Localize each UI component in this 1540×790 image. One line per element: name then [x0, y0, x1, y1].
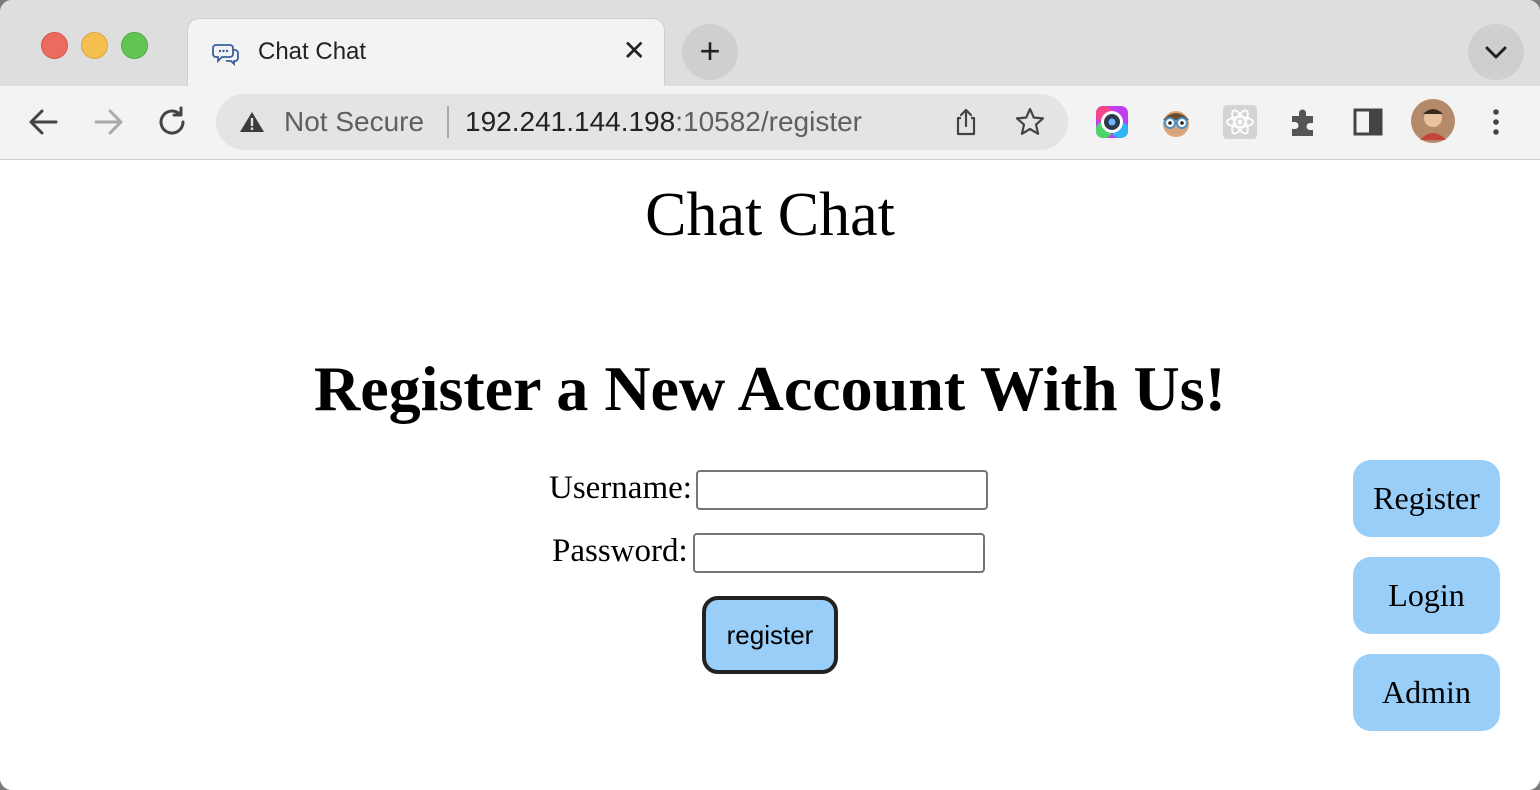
- url-host: 192.241.144.198: [465, 106, 676, 137]
- register-submit-button[interactable]: register: [702, 596, 838, 674]
- page-heading: Register a New Account With Us!: [314, 353, 1226, 424]
- puzzle-piece-icon[interactable]: [1286, 104, 1322, 140]
- address-bar[interactable]: Not Secure 192.241.144.198:10582/registe…: [216, 94, 1068, 150]
- glasses-face-extension-icon[interactable]: [1158, 104, 1194, 140]
- title-bar: Chat Chat ✕ +: [0, 0, 1540, 86]
- username-label: Username:: [549, 470, 692, 506]
- minimize-window-button[interactable]: [81, 32, 108, 59]
- nav-login-button[interactable]: Login: [1353, 557, 1500, 634]
- chat-bubbles-icon: [212, 44, 239, 67]
- forward-arrow-icon[interactable]: [86, 100, 130, 144]
- browser-tab[interactable]: Chat Chat ✕: [187, 18, 665, 86]
- omnibox-divider: [447, 106, 449, 138]
- close-window-button[interactable]: [41, 32, 68, 59]
- nav-admin-button[interactable]: Admin: [1353, 654, 1500, 731]
- warning-icon: [240, 112, 264, 132]
- username-input[interactable]: [696, 470, 988, 510]
- react-devtools-extension-icon[interactable]: [1222, 104, 1258, 140]
- security-status[interactable]: Not Secure: [284, 106, 424, 138]
- password-label: Password:: [552, 533, 688, 569]
- share-icon[interactable]: [950, 106, 982, 138]
- profile-avatar[interactable]: [1410, 98, 1456, 144]
- browser-window: Chat Chat ✕ + Not Secure 192.241.144.198…: [0, 0, 1540, 790]
- url-text[interactable]: 192.241.144.198:10582/register: [465, 106, 862, 138]
- tab-search-button[interactable]: [1468, 24, 1524, 80]
- close-tab-icon[interactable]: ✕: [623, 37, 646, 65]
- more-menu-icon[interactable]: [1478, 104, 1514, 140]
- browser-toolbar: Not Secure 192.241.144.198:10582/registe…: [0, 86, 1540, 160]
- tab-title: Chat Chat: [258, 38, 367, 65]
- zoom-window-button[interactable]: [121, 32, 148, 59]
- chevron-down-icon: [1485, 46, 1507, 59]
- back-arrow-icon[interactable]: [22, 100, 66, 144]
- bookmark-star-icon[interactable]: [1014, 106, 1046, 138]
- new-tab-button[interactable]: +: [682, 24, 738, 80]
- nav-register-button[interactable]: Register: [1353, 460, 1500, 537]
- side-panel-icon[interactable]: [1350, 104, 1386, 140]
- site-title: Chat Chat: [645, 181, 895, 249]
- url-path: :10582/register: [675, 106, 863, 137]
- page-content: Chat Chat Register a New Account With Us…: [0, 160, 1540, 790]
- reload-icon[interactable]: [150, 100, 194, 144]
- password-input[interactable]: [693, 533, 985, 573]
- color-picker-extension-icon[interactable]: [1094, 104, 1130, 140]
